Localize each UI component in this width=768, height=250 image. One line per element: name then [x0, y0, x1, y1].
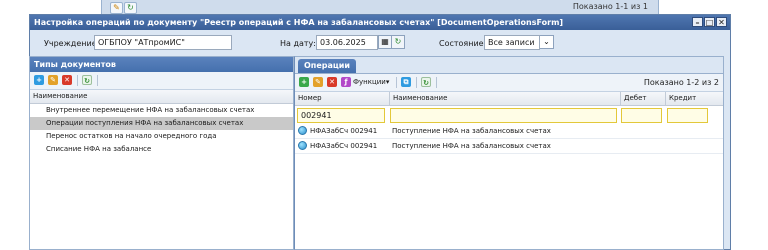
operations-filter-row: 002941 [295, 106, 723, 124]
name-filter-input[interactable] [390, 108, 617, 123]
operations-toolbar: + ✎ ✕ ƒ Функции▾ ⧉ ↻ Показано 1-2 из 2 [295, 74, 723, 92]
row-name: Поступление НФА на забалансовых счетах [392, 127, 551, 135]
state-label: Состояние: [439, 39, 487, 48]
state-select[interactable]: Все записи [484, 35, 540, 50]
state-dropdown-button[interactable]: ⌄ [540, 35, 554, 49]
toolbar-divider [77, 75, 78, 86]
institution-field[interactable]: ОГБПОУ "АТпромИС" [94, 35, 232, 50]
column-name[interactable]: Наименование [389, 92, 620, 105]
functions-menu[interactable]: Функции▾ [353, 78, 389, 86]
refresh-icon[interactable]: ↻ [421, 77, 431, 87]
document-types-title: Типы документов [30, 57, 293, 72]
date-field[interactable]: 03.06.2025 [316, 35, 378, 50]
window-title: Настройка операций по документу "Реестр … [34, 18, 564, 27]
column-debit[interactable]: Дебет [620, 92, 665, 105]
calendar-icon: ▦ [381, 37, 389, 46]
add-icon[interactable]: + [34, 75, 44, 85]
toolbar-divider [396, 77, 397, 88]
maximize-button[interactable]: □ [704, 17, 715, 27]
status-icon [298, 141, 307, 150]
tab-operations[interactable]: Операции [298, 59, 357, 73]
window-titlebar[interactable]: Настройка операций по документу "Реестр … [30, 15, 730, 30]
column-name[interactable]: Наименование [30, 90, 293, 103]
delete-icon[interactable]: ✕ [327, 77, 337, 87]
row-number: НФАЗабСч 002941 [310, 142, 378, 150]
list-item-selected[interactable]: Операции поступления НФА на забалансовых… [30, 117, 293, 130]
operations-panel: Операции + ✎ ✕ ƒ Функции▾ ⧉ ↻ Показано 1… [294, 56, 724, 250]
column-number[interactable]: Номер [295, 92, 388, 105]
minimize-button[interactable]: – [692, 17, 703, 27]
status-icon [298, 126, 307, 135]
filter-bar: Учреждение: ОГБПОУ "АТпромИС" На дату: 0… [30, 30, 730, 58]
operations-header: Номер Наименование Дебет Кредит [295, 92, 723, 106]
toolbar-divider [416, 77, 417, 88]
calendar-button[interactable]: ▦ [378, 35, 392, 49]
refresh-icon[interactable]: ↻ [124, 2, 137, 14]
delete-icon[interactable]: ✕ [62, 75, 72, 85]
document-types-panel: Типы документов + ✎ ✕ ↻ Наименование Вну… [29, 56, 294, 250]
debit-filter-input[interactable] [621, 108, 662, 123]
date-label: На дату: [280, 39, 316, 48]
toolbar-divider [97, 75, 98, 86]
row-name: Поступление НФА на забалансовых счетах [392, 142, 551, 150]
functions-icon[interactable]: ƒ [341, 77, 351, 87]
copy-icon[interactable]: ⧉ [401, 77, 411, 87]
table-row[interactable]: НФАЗабСч 002941 Поступление НФА на забал… [295, 139, 723, 154]
list-item[interactable]: Перенос остатков на начало очередного го… [30, 130, 293, 143]
row-number: НФАЗабСч 002941 [310, 127, 378, 135]
calendar-clear-button[interactable]: ↻ [391, 35, 405, 49]
list-item[interactable]: Внутреннее перемещение НФА на забалансов… [30, 104, 293, 117]
document-types-header: Наименование [30, 90, 293, 104]
background-window: ✎ ↻ Показано 1-1 из 1 [101, 0, 659, 15]
close-button[interactable]: ✕ [716, 17, 727, 27]
number-filter-input[interactable]: 002941 [297, 108, 385, 123]
toolbar-divider [436, 77, 437, 88]
list-item[interactable]: Списание НФА на забалансе [30, 143, 293, 156]
calendar-refresh-icon: ↻ [394, 37, 402, 46]
add-icon[interactable]: + [299, 77, 309, 87]
credit-filter-input[interactable] [667, 108, 708, 123]
edit-icon[interactable]: ✎ [48, 75, 58, 85]
operations-tabstrip: Операции [295, 57, 723, 74]
document-types-toolbar: + ✎ ✕ ↻ [30, 72, 293, 90]
institution-label: Учреждение: [44, 39, 100, 48]
refresh-icon[interactable]: ↻ [82, 75, 92, 85]
table-row[interactable]: НФАЗабСч 002941 Поступление НФА на забал… [295, 124, 723, 139]
chevron-down-icon: ⌄ [543, 37, 550, 46]
operations-paging: Показано 1-2 из 2 [643, 78, 719, 87]
edit-icon[interactable]: ✎ [313, 77, 323, 87]
edit-icon[interactable]: ✎ [110, 2, 123, 14]
column-credit[interactable]: Кредит [665, 92, 712, 105]
background-paging: Показано 1-1 из 1 [572, 2, 648, 11]
